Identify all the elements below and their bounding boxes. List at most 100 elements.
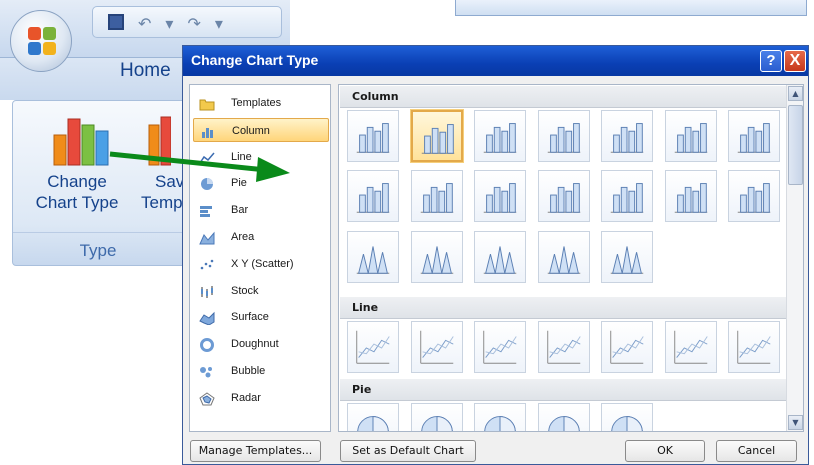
column-subtype-icon: [356, 183, 390, 213]
column-subtype-tile[interactable]: [347, 231, 399, 283]
line-subtype-tile[interactable]: [347, 321, 399, 373]
column-subtype-tile[interactable]: [537, 110, 590, 162]
category-column[interactable]: Column: [193, 117, 329, 142]
office-button[interactable]: [10, 10, 72, 72]
group-label: Type: [79, 241, 117, 260]
category-stock[interactable]: Stock: [193, 279, 329, 303]
category-label: Doughnut: [231, 338, 279, 351]
column-subtype-tile[interactable]: [728, 170, 780, 222]
pie-subtype-icon: [357, 416, 389, 431]
category-surface[interactable]: Surface: [193, 305, 329, 329]
column-subtype-icon: [547, 123, 580, 153]
column-subtype-tile[interactable]: [537, 170, 590, 222]
ok-button[interactable]: OK: [625, 440, 705, 462]
column-subtype-tile[interactable]: [664, 110, 717, 162]
line-subtype-tile[interactable]: [664, 321, 717, 373]
column-subtype-tile[interactable]: [601, 170, 653, 222]
save-icon[interactable]: [108, 14, 124, 30]
radar-chart-icon: [199, 391, 215, 406]
column-subtype-icon: [356, 123, 390, 153]
column-subtype-tile[interactable]: [728, 110, 780, 162]
cancel-button[interactable]: Cancel: [716, 440, 797, 462]
column-subtype-icon: [547, 183, 580, 213]
column-subtype-tile[interactable]: [410, 110, 463, 162]
redo-icon[interactable]: ↷: [187, 14, 200, 33]
pie-subtype-tile[interactable]: [474, 403, 526, 431]
change-chart-type-dialog: Change Chart Type ? X Templates Column Lin…: [182, 45, 809, 465]
pie-subtype-icon: [547, 416, 580, 431]
close-button[interactable]: X: [784, 50, 806, 72]
dropdown-icon[interactable]: ▾: [165, 14, 173, 33]
pie-subtype-tile[interactable]: [601, 403, 653, 431]
dropdown-icon[interactable]: ▾: [215, 14, 223, 33]
manage-templates-button[interactable]: Manage Templates...: [190, 440, 321, 462]
category-doughnut[interactable]: Doughnut: [193, 332, 329, 356]
category-label: Surface: [231, 311, 269, 324]
category-area[interactable]: Area: [193, 225, 329, 249]
category-label: Radar: [231, 391, 261, 404]
scroll-down-button[interactable]: ▼: [788, 415, 803, 430]
line-subtype-tile[interactable]: [410, 321, 463, 373]
chart-subtype-gallery: Column Line Pie ▲ ▼: [338, 84, 804, 432]
category-x-y-scatter[interactable]: X Y (Scatter): [193, 252, 329, 276]
column-subtype-tile[interactable]: [601, 231, 653, 283]
line-subtype-icon: [546, 330, 581, 364]
bar-chart-icon: [199, 203, 215, 218]
line-subtype-tile[interactable]: [601, 321, 653, 373]
office-logo-icon: [28, 27, 56, 55]
column-subtype-tile[interactable]: [474, 110, 526, 162]
gallery-scrollbar[interactable]: ▲ ▼: [786, 85, 803, 431]
category-bar[interactable]: Bar: [193, 198, 329, 222]
area-chart-icon: [199, 230, 215, 245]
category-radar[interactable]: Radar: [193, 386, 329, 410]
column-chart-icon: [53, 118, 109, 166]
line-subtype-icon: [356, 330, 390, 364]
scroll-up-button[interactable]: ▲: [788, 86, 803, 101]
column-subtype-tile[interactable]: [664, 170, 717, 222]
pie-subtype-icon: [484, 416, 516, 431]
undo-icon[interactable]: ↶: [138, 14, 151, 33]
section-header-pie: Pie: [340, 379, 786, 401]
bubble-chart-icon: [199, 364, 215, 378]
category-label: X Y (Scatter): [231, 257, 294, 270]
column-subtype-icon: [610, 183, 644, 213]
column-subtype-tile[interactable]: [347, 170, 399, 222]
column-subtype-tile[interactable]: [601, 110, 653, 162]
line-subtype-tile[interactable]: [474, 321, 526, 373]
dialog-title: Change Chart Type: [191, 52, 319, 68]
change-chart-type-button[interactable]: Change Chart Type: [35, 111, 119, 213]
category-label: Templates: [231, 97, 282, 109]
column-subtype-tile[interactable]: [474, 231, 526, 283]
line-subtype-tile[interactable]: [728, 321, 780, 373]
column-subtype-tile[interactable]: [537, 231, 590, 283]
pie-subtype-tile[interactable]: [410, 403, 463, 431]
pie-subtype-tile[interactable]: [347, 403, 399, 431]
line-subtype-icon: [737, 330, 771, 364]
scroll-thumb[interactable]: [788, 105, 803, 185]
scatter-chart-icon: [199, 257, 215, 271]
column-subtype-tile[interactable]: [474, 170, 526, 222]
column-subtype-icon: [421, 124, 454, 154]
category-bubble[interactable]: Bubble: [193, 359, 329, 383]
help-button[interactable]: ?: [760, 50, 782, 72]
annotation-arrow-icon: [109, 151, 290, 182]
set-default-chart-button[interactable]: Set as Default Chart: [340, 440, 476, 462]
doughnut-chart-icon: [199, 337, 215, 353]
tab-home[interactable]: Home: [120, 60, 171, 82]
line-subtype-icon: [610, 330, 644, 364]
surface-chart-icon: [199, 310, 215, 326]
column-subtype-tile[interactable]: [347, 110, 399, 162]
line-subtype-tile[interactable]: [537, 321, 590, 373]
column-subtype-tile[interactable]: [410, 231, 463, 283]
dialog-titlebar: Change Chart Type ? X: [183, 46, 808, 76]
column-subtype-icon: [610, 246, 644, 274]
background-window-edge: [455, 0, 807, 16]
column-subtype-icon: [483, 123, 517, 153]
column-subtype-tile[interactable]: [410, 170, 463, 222]
folder-icon: [199, 96, 215, 111]
category-templates[interactable]: Templates: [193, 91, 329, 115]
pie-subtype-icon: [611, 416, 643, 431]
column-subtype-icon: [356, 246, 390, 274]
pie-subtype-tile[interactable]: [537, 403, 590, 431]
pie-subtype-icon: [420, 416, 453, 431]
